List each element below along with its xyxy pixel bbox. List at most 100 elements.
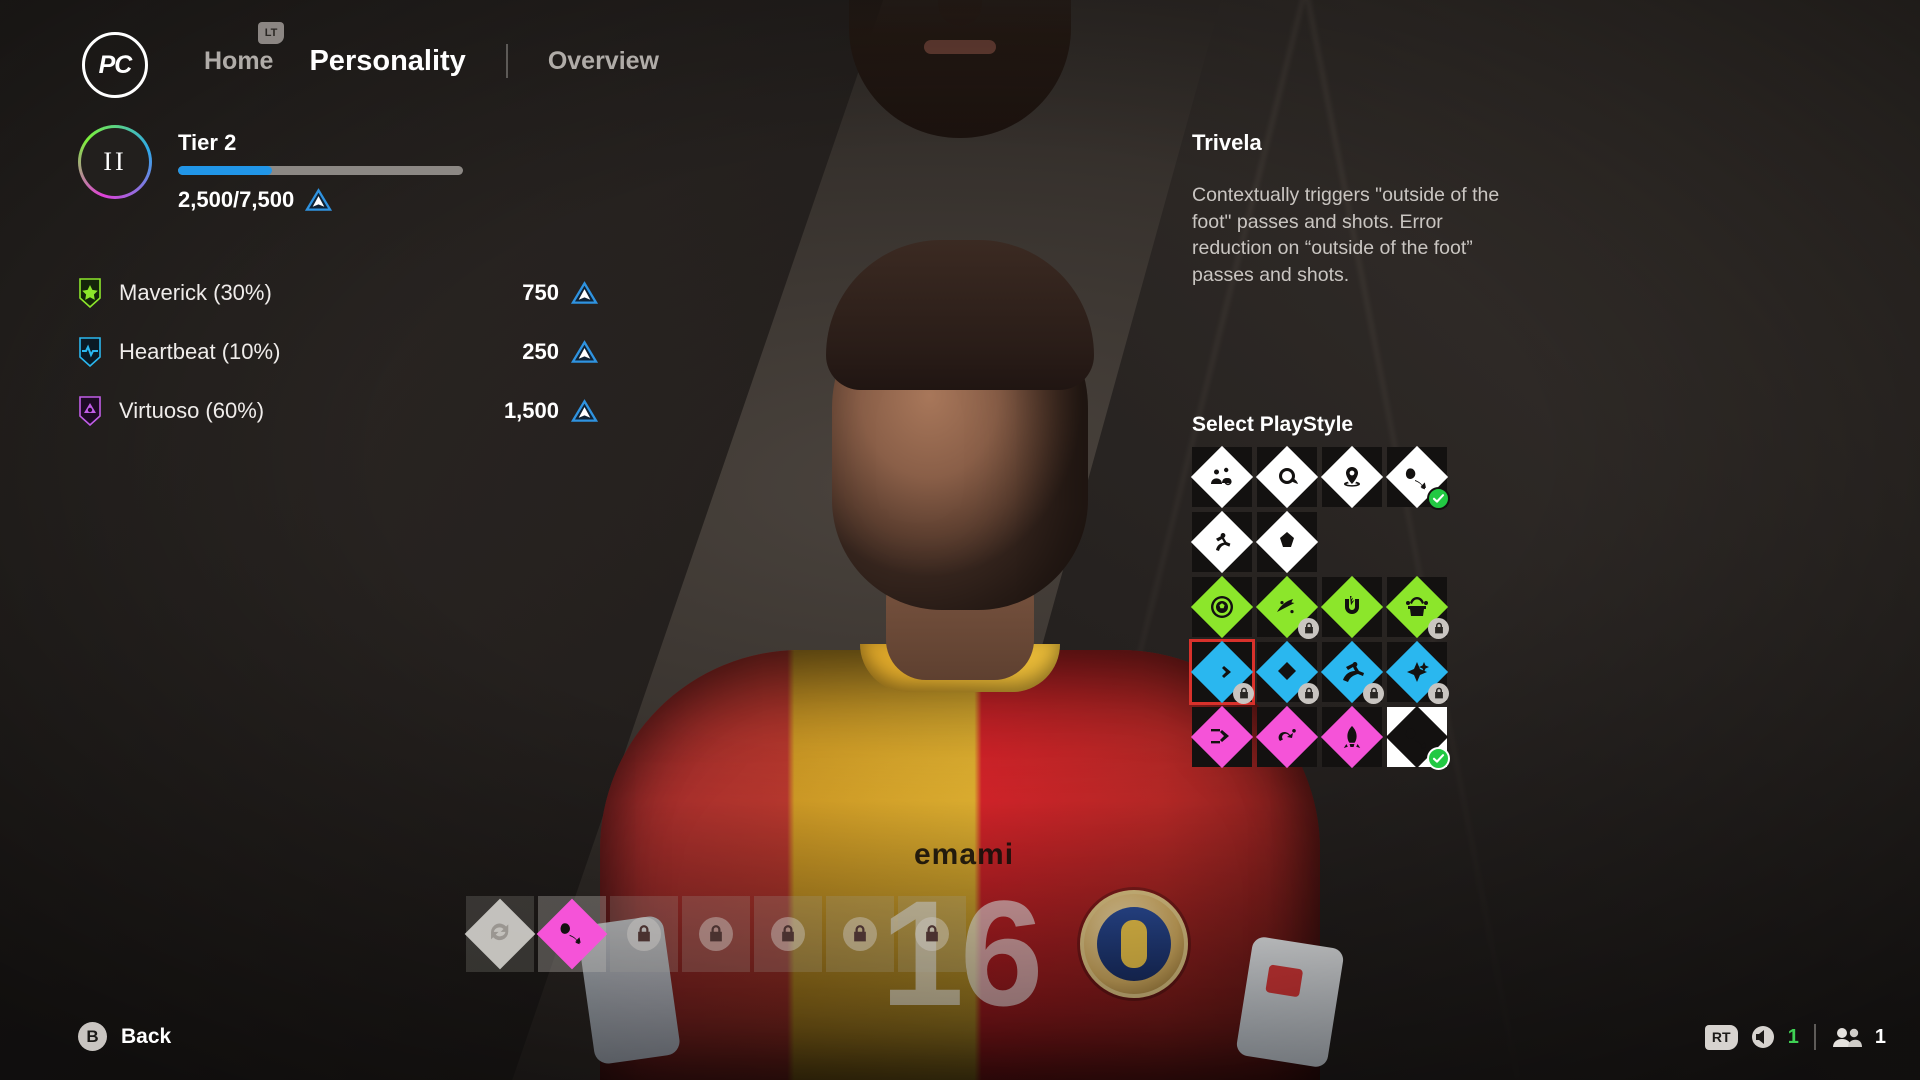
lt-bumper-icon[interactable]: LT [258, 22, 284, 44]
archetype-row-maverick[interactable]: Maverick (30%) 750 [78, 263, 598, 322]
quick-step-icon [1320, 705, 1384, 769]
archetype-value-group: 250 [438, 339, 598, 365]
lock-icon [699, 917, 733, 951]
nav-item-home[interactable]: Home [186, 47, 291, 76]
tier-xp-text: 2,500/7,500 [178, 187, 295, 212]
archetype-row-virtuoso[interactable]: Virtuoso (60%) 1,500 [78, 381, 598, 440]
archetype-row-heartbeat[interactable]: Heartbeat (10%) 250 [78, 322, 598, 381]
archetype-value: 250 [522, 338, 559, 364]
playstyle-cell-flair-icon[interactable] [1255, 640, 1319, 704]
equipped-playstyle-carousel [464, 896, 966, 972]
back-button-label: Back [121, 1024, 172, 1048]
playstyle-detail-panel: Trivela Contextually triggers "outside o… [1192, 130, 1522, 289]
carousel-slot-trivela-icon[interactable] [536, 896, 608, 972]
rapid-icon [1190, 705, 1254, 769]
lock-icon [1428, 683, 1449, 704]
tier-progress-bar [178, 166, 463, 175]
maverick-badge-icon [79, 277, 101, 308]
carousel-slot-lock-icon[interactable] [898, 896, 966, 972]
tier-info: Tier 2 2,500/7,500 [178, 125, 598, 213]
pinged-pass-icon [1320, 445, 1384, 509]
lock-icon [1298, 683, 1319, 704]
tier-progress-fill [178, 166, 273, 175]
pc-logo-icon: PC [82, 32, 148, 98]
playstyle-detail-description: Contextually triggers "outside of the fo… [1192, 184, 1500, 287]
playstyle-detail-title: Trivela [1192, 130, 1262, 155]
playstyle-cell-finesse-shot-icon[interactable] [1190, 575, 1254, 639]
playstyle-cell-whipped-pass-icon[interactable] [1255, 445, 1319, 509]
relentless-icon [1255, 705, 1319, 769]
nav-item-overview[interactable]: Overview [530, 47, 677, 76]
nav-divider [505, 44, 508, 78]
lock-icon [1428, 618, 1449, 639]
playstyle-cell-technical-icon[interactable] [1385, 640, 1449, 704]
hud-divider [1813, 1024, 1816, 1050]
xp-triangle-icon [571, 280, 598, 304]
lock-icon [843, 917, 877, 951]
nav-item-personality[interactable]: Personality [291, 45, 483, 78]
archetype-name: Virtuoso (60%) [119, 397, 265, 423]
bottom-action-bar: B Back RT 1 1 [0, 1006, 1920, 1080]
trivela-icon [536, 898, 608, 970]
select-playstyle-heading: Select PlayStyle [1192, 413, 1354, 436]
playstyle-cell-empty-slot [1387, 512, 1447, 572]
playstyle-cell-quick-step-icon[interactable] [1320, 705, 1384, 769]
playstyle-cell-incisive-pass-icon[interactable] [1190, 510, 1254, 574]
whipped-pass-icon [1255, 445, 1319, 509]
player-count: 1 [1874, 1025, 1886, 1048]
playstyle-cell-crowd-pleaser-icon[interactable] [1190, 445, 1254, 509]
volume-level: 1 [1787, 1025, 1799, 1048]
playstyle-grid [1190, 445, 1462, 770]
tier-xp-row: 2,500/7,500 [178, 187, 598, 213]
back-button[interactable]: B Back [78, 1022, 171, 1051]
playstyle-cell-relentless-icon[interactable] [1255, 705, 1319, 769]
playstyle-cell-pinged-pass-icon[interactable] [1320, 445, 1384, 509]
finesse-shot-icon [1190, 575, 1254, 639]
check-icon [1427, 487, 1450, 510]
archetype-value: 1,500 [503, 397, 559, 423]
playstyle-cell-chip-shot-icon[interactable] [1255, 575, 1319, 639]
hud-indicators: RT 1 1 [1704, 1024, 1886, 1050]
lock-icon [771, 917, 805, 951]
tier-label: Tier 2 [178, 130, 237, 155]
lock-icon [1233, 683, 1254, 704]
button-b-icon: B [78, 1022, 107, 1051]
playstyle-cell-long-ball-pass-icon[interactable] [1255, 510, 1319, 574]
incisive-pass-icon [1190, 510, 1254, 574]
carousel-slot-lock-icon[interactable] [610, 896, 678, 972]
carousel-slot-swap-playstyle-icon[interactable] [464, 896, 536, 972]
tier-ring-icon: II [78, 125, 152, 199]
tier-row: II Tier 2 2,500/7,500 [78, 125, 598, 213]
playstyle-cell-trivela-equipped-icon[interactable] [1385, 705, 1450, 770]
virtuoso-badge-icon [79, 395, 101, 426]
carousel-slot-lock-icon[interactable] [826, 896, 894, 972]
playstyle-cell-press-proven-icon[interactable] [1320, 640, 1384, 704]
carousel-slot-lock-icon[interactable] [754, 896, 822, 972]
playstyle-cell-first-touch-icon[interactable] [1190, 640, 1254, 704]
carousel-slot-lock-icon[interactable] [682, 896, 750, 972]
players-icon [1832, 1028, 1862, 1047]
lock-icon [915, 917, 949, 951]
swap-playstyle-icon [464, 898, 536, 970]
playstyle-cell-trickster-icon[interactable] [1385, 575, 1449, 639]
heartbeat-badge-icon [79, 336, 101, 367]
lock-icon [627, 917, 661, 951]
volume-icon[interactable] [1750, 1025, 1776, 1049]
archetype-value-group: 1,500 [438, 398, 598, 424]
lock-icon [1363, 683, 1384, 704]
playstyle-cell-empty-slot [1322, 512, 1382, 572]
personality-summary-panel: II Tier 2 2,500/7,500 Maverick (30%) 750… [78, 125, 598, 440]
playstyle-cell-power-header-icon[interactable] [1320, 575, 1384, 639]
check-icon [1427, 747, 1450, 770]
archetype-value-group: 750 [438, 280, 598, 306]
playstyle-cell-trivela-icon[interactable] [1385, 445, 1450, 510]
rt-trigger-icon[interactable]: RT [1704, 1024, 1738, 1050]
long-ball-pass-icon [1255, 510, 1319, 574]
top-navigation-bar: PC LT Home Personality Overview [0, 0, 1920, 128]
playstyle-cell-rapid-icon[interactable] [1190, 705, 1254, 769]
archetype-name: Heartbeat (10%) [119, 338, 281, 364]
lock-icon [1298, 618, 1319, 639]
tier-numeral: II [103, 147, 127, 176]
xp-triangle-icon [571, 339, 598, 363]
xp-triangle-icon [305, 188, 333, 211]
